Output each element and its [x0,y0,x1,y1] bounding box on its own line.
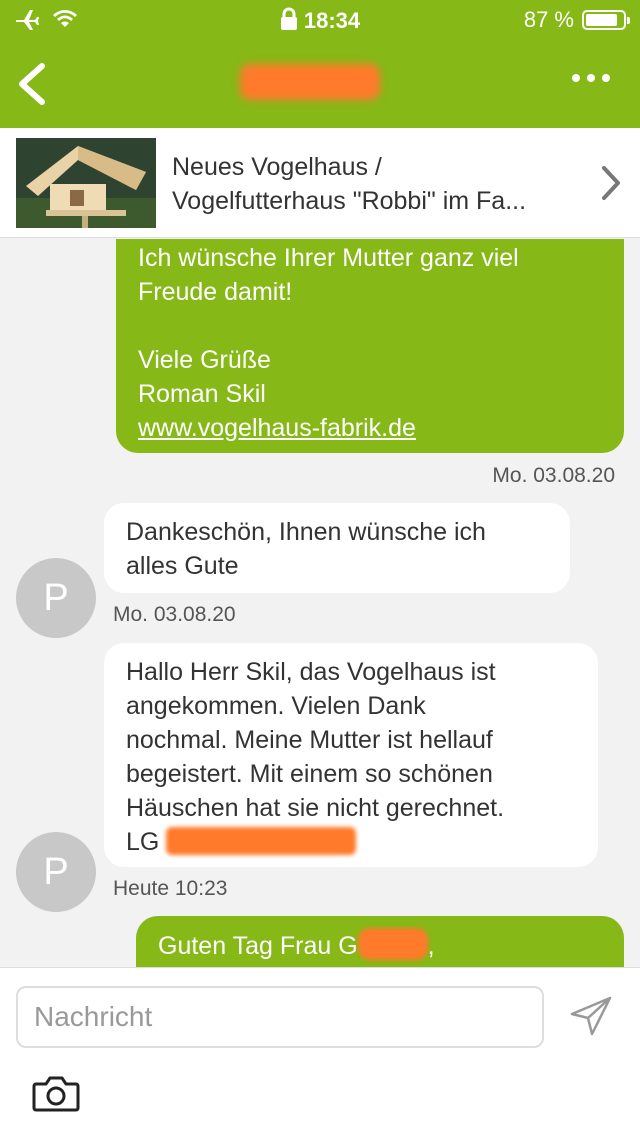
top-bar: 18:34 87 % [0,0,640,128]
camera-icon[interactable] [32,1074,80,1112]
avatar[interactable]: P [16,558,96,638]
product-thumbnail [16,138,156,228]
chat-thread[interactable]: Ich wünsche Ihrer Mutter ganz viel Freud… [0,239,640,967]
contact-name-redacted [240,64,380,100]
outgoing-message: Ich wünsche Ihrer Mutter ganz viel Freud… [116,239,624,453]
message-input[interactable] [16,986,544,1048]
product-title-line1: Neues Vogelhaus / [172,153,382,181]
redacted-name [166,827,357,855]
product-header[interactable]: Neues Vogelhaus / Vogelfutterhaus "Robbi… [0,128,640,238]
send-icon[interactable] [568,994,614,1038]
message-timestamp: Heute 10:23 [113,877,228,900]
incoming-message: Dankeschön, Ihnen wünsche ich alles Gute [104,503,570,593]
lock-icon [280,7,297,30]
status-bar: 18:34 87 % [0,0,640,40]
message-timestamp: Mo. 03.08.20 [113,603,236,626]
battery-icon [582,10,630,30]
website-link[interactable]: www.vogelhaus-fabrik.de [138,414,416,442]
message-timestamp: Mo. 03.08.20 [492,464,615,487]
chevron-left-icon[interactable] [14,60,50,108]
product-title-line2: Vogelfutterhaus "Robbi" im Fa... [172,187,527,215]
redacted-name [357,928,428,960]
clock: 18:34 [303,8,361,33]
avatar[interactable]: P [16,832,96,912]
battery-percent: 87 % [523,7,574,32]
incoming-message: Hallo Herr Skil, das Vogelhaus ist angek… [104,643,598,867]
outgoing-message: Guten Tag Frau G, [136,916,624,967]
product-title[interactable]: Neues Vogelhaus / Vogelfutterhaus "Robbi… [172,150,592,218]
nav-bar [0,40,640,128]
message-composer [0,967,640,1136]
chevron-right-icon[interactable] [600,164,622,202]
more-dots-icon[interactable] [572,74,610,82]
